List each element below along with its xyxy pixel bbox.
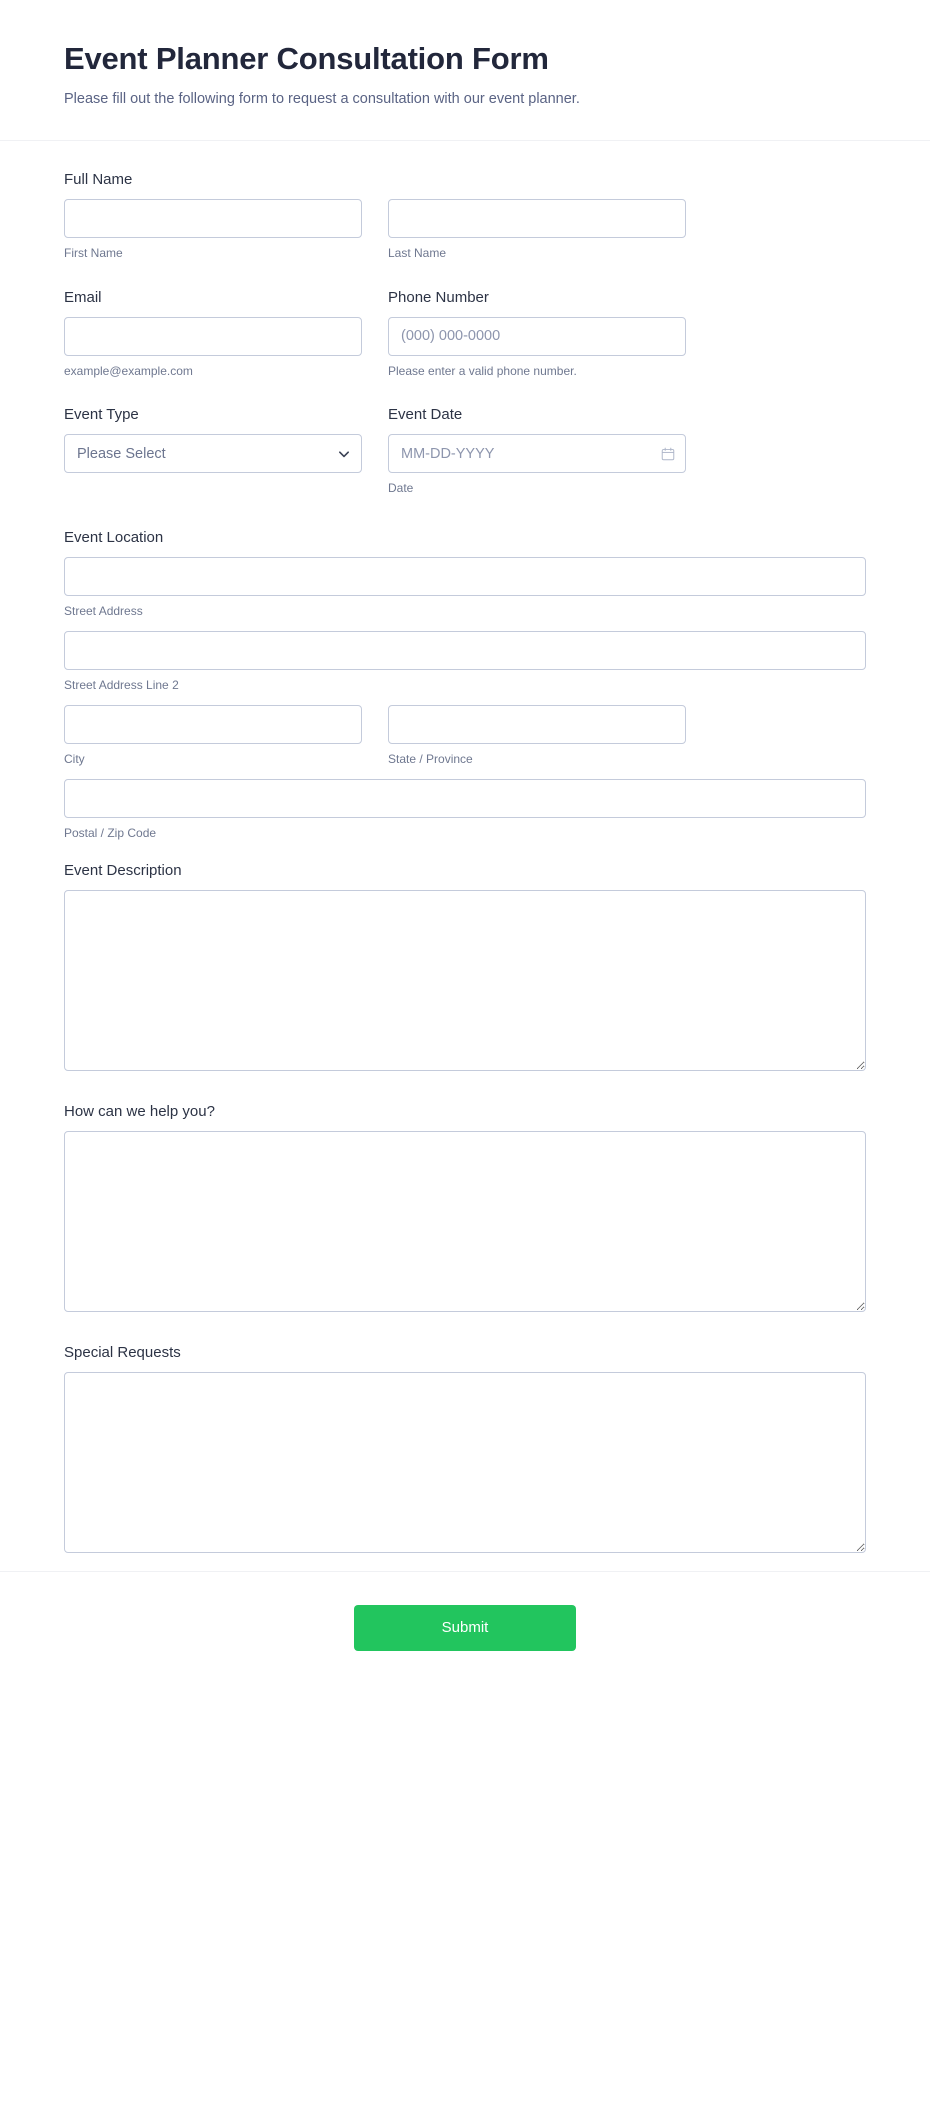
last-name-input[interactable] [388,198,686,238]
consultation-form-page: Event Planner Consultation Form Please f… [0,0,930,2123]
email-sublabel: example@example.com [64,363,193,378]
phone-label: Phone Number [388,288,489,306]
street-address-group: Street Address [64,557,866,620]
phone-input[interactable] [388,316,686,356]
how-can-we-help-label: How can we help you? [64,1103,215,1121]
city-group: City [64,704,362,768]
postal-code-sublabel: Postal / Zip Code [64,825,157,840]
special-requests-label: Special Requests [64,1344,181,1362]
postal-group: Postal / Zip Code [64,778,866,842]
first-name-group: First Name [64,198,362,262]
street-address-sublabel: Street Address [64,604,143,619]
last-name-sublabel: Last Name [388,245,447,260]
field-event-description: Event Description [64,860,866,1072]
state-province-sublabel: State / Province [388,751,473,766]
field-email-phone-row: Email example@example.com Phone Number P… [64,287,866,380]
email-input[interactable] [64,316,362,356]
field-type-date-row: Event Type Please Select Event Date MM-D… [64,404,866,497]
form-body: Full Name First Name Last Name Email exa… [0,141,930,1554]
last-name-group: Last Name [388,198,686,262]
event-date-input[interactable] [388,434,686,474]
event-date-label: Event Date [388,406,463,424]
event-date-sublabel: Date [388,481,414,496]
email-group: Email example@example.com [64,287,362,380]
event-type-select[interactable]: Please Select [64,434,362,474]
event-type-group: Event Type Please Select [64,404,362,497]
email-label: Email [64,288,102,306]
submit-button[interactable]: Submit [354,1605,576,1652]
page-subtitle: Please fill out the following form to re… [64,90,580,107]
street-address-input[interactable] [64,557,866,597]
field-how-can-we-help: How can we help you? [64,1101,866,1313]
form-footer: Submit [0,1571,930,1697]
phone-group: Phone Number Please enter a valid phone … [388,287,686,380]
street-address-2-sublabel: Street Address Line 2 [64,677,179,692]
phone-sublabel: Please enter a valid phone number. [388,363,577,378]
event-type-label: Event Type [64,406,139,424]
state-group: State / Province [388,704,686,768]
event-description-label: Event Description [64,862,182,880]
city-sublabel: City [64,751,85,766]
field-special-requests: Special Requests [64,1342,866,1554]
page-title: Event Planner Consultation Form [64,41,549,76]
street-address-2-input[interactable] [64,630,866,670]
state-province-input[interactable] [388,704,686,744]
field-full-name: Full Name First Name Last Name [64,169,866,262]
street-address-2-group: Street Address Line 2 [64,630,866,694]
first-name-input[interactable] [64,198,362,238]
field-event-location: Event Location Street Address Street Add… [64,527,866,841]
how-can-we-help-textarea[interactable] [64,1131,866,1313]
special-requests-textarea[interactable] [64,1372,866,1554]
event-location-label: Event Location [64,529,164,547]
first-name-sublabel: First Name [64,245,123,260]
full-name-label: Full Name [64,170,133,188]
form-header: Event Planner Consultation Form Please f… [0,0,930,141]
postal-code-input[interactable] [64,778,866,818]
event-description-textarea[interactable] [64,890,866,1072]
event-date-group: Event Date Date [388,404,686,497]
city-input[interactable] [64,704,362,744]
